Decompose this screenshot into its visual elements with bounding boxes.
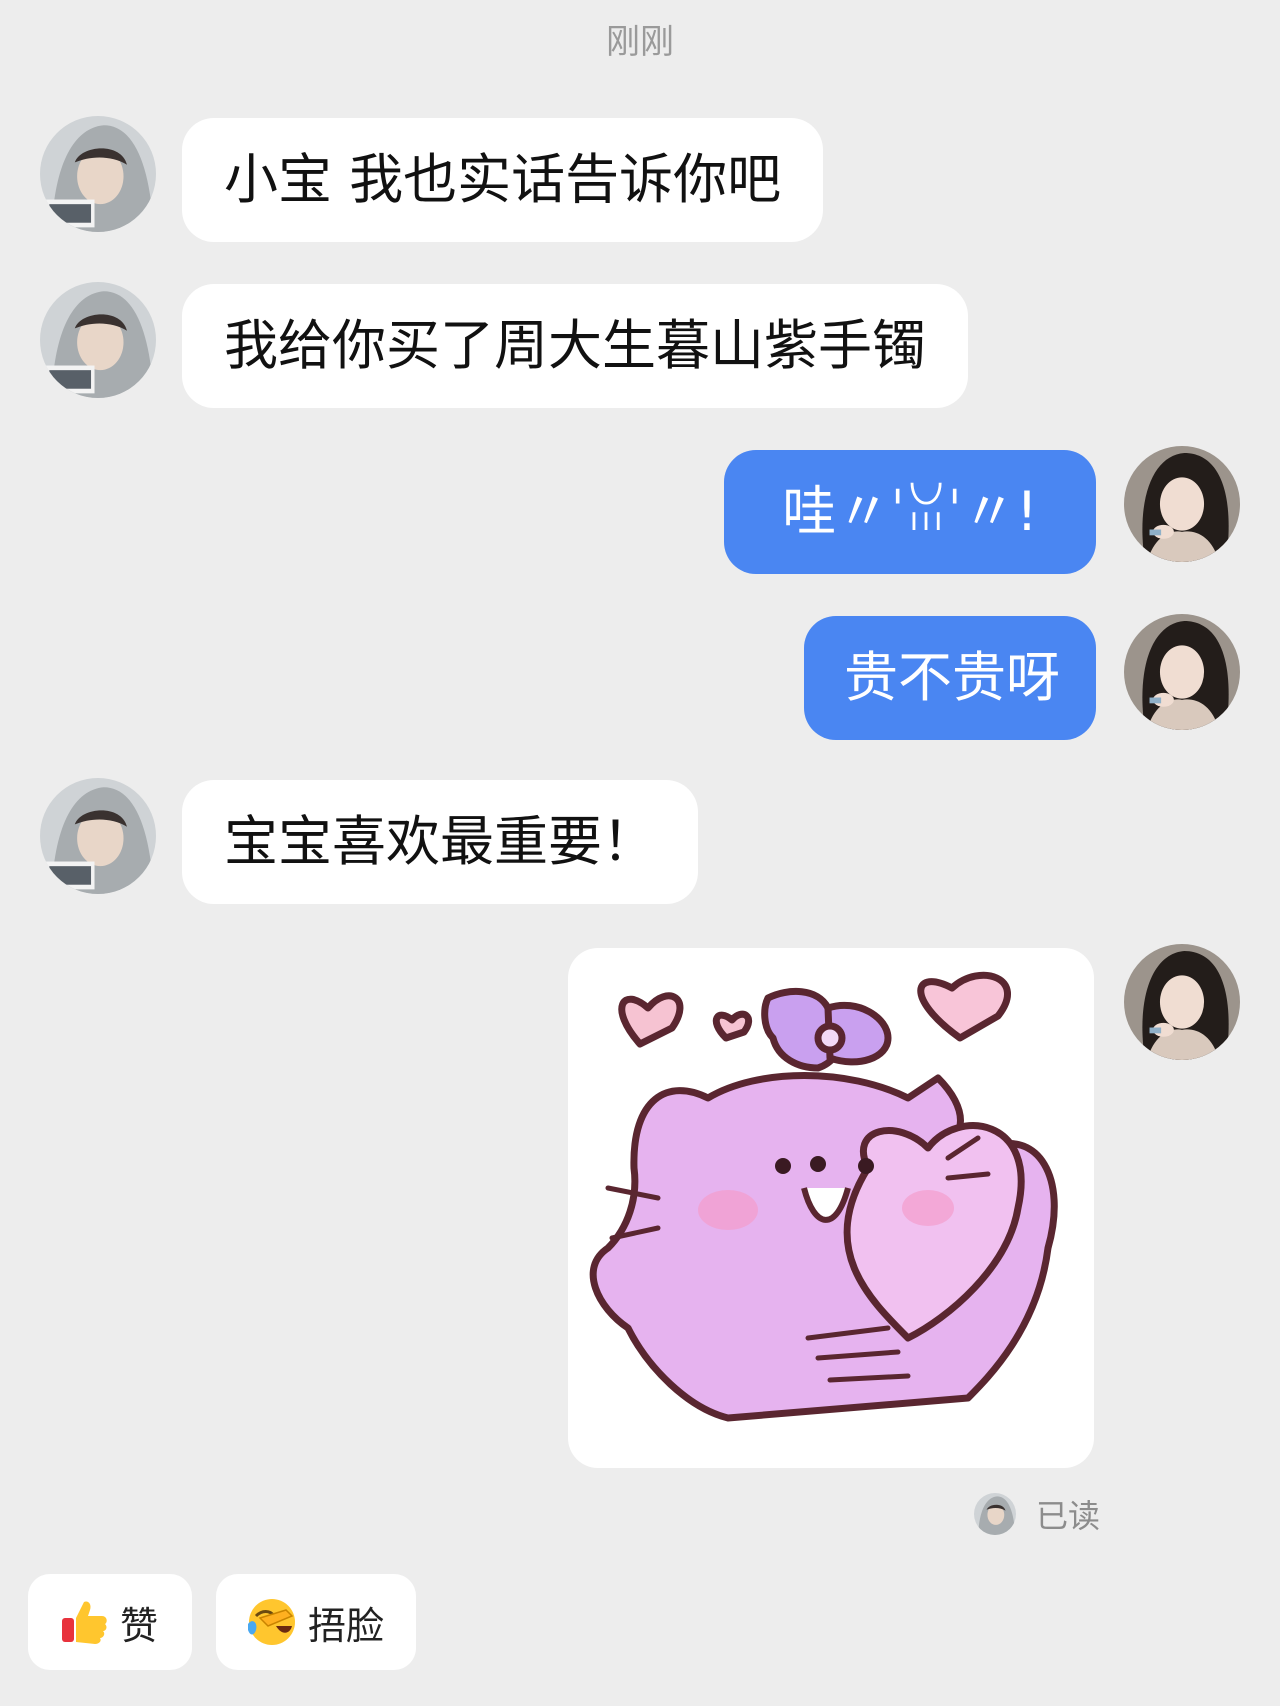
read-receipt-avatar (973, 1493, 1016, 1535)
timestamp: 刚刚 (606, 22, 674, 62)
like-reaction-button[interactable]: 赞 (28, 1574, 192, 1670)
incoming-message-bubble[interactable]: 小宝 我也实话告诉你吧 (182, 118, 824, 242)
incoming-message-bubble[interactable]: 宝宝喜欢最重要！ (182, 780, 698, 904)
facepalm-reaction-button[interactable]: 捂脸 (216, 1574, 416, 1670)
outgoing-message-bubble[interactable]: 贵不贵呀 (804, 616, 1096, 740)
like-reaction-label: 赞 (120, 1603, 159, 1648)
facepalm-emoji-icon (248, 1599, 295, 1645)
user-avatar[interactable] (1124, 944, 1240, 1060)
read-receipt: 已读 (973, 1492, 1100, 1536)
facepalm-reaction-label: 捂脸 (308, 1603, 385, 1648)
pink-cat-holding-heart-sticker[interactable] (568, 948, 1094, 1468)
read-receipt-label: 已读 (1035, 1497, 1100, 1535)
contact-avatar[interactable] (40, 778, 156, 894)
outgoing-message-bubble[interactable]: 哇〃ˈꈍˈ〃! (724, 450, 1096, 574)
user-avatar[interactable] (1124, 614, 1240, 730)
user-avatar[interactable] (1124, 446, 1240, 562)
thumbs-up-icon (62, 1601, 107, 1644)
incoming-message-bubble[interactable]: 我给你买了周大生暮山紫手镯 (182, 284, 968, 408)
contact-avatar[interactable] (40, 116, 156, 232)
contact-avatar[interactable] (40, 282, 156, 398)
